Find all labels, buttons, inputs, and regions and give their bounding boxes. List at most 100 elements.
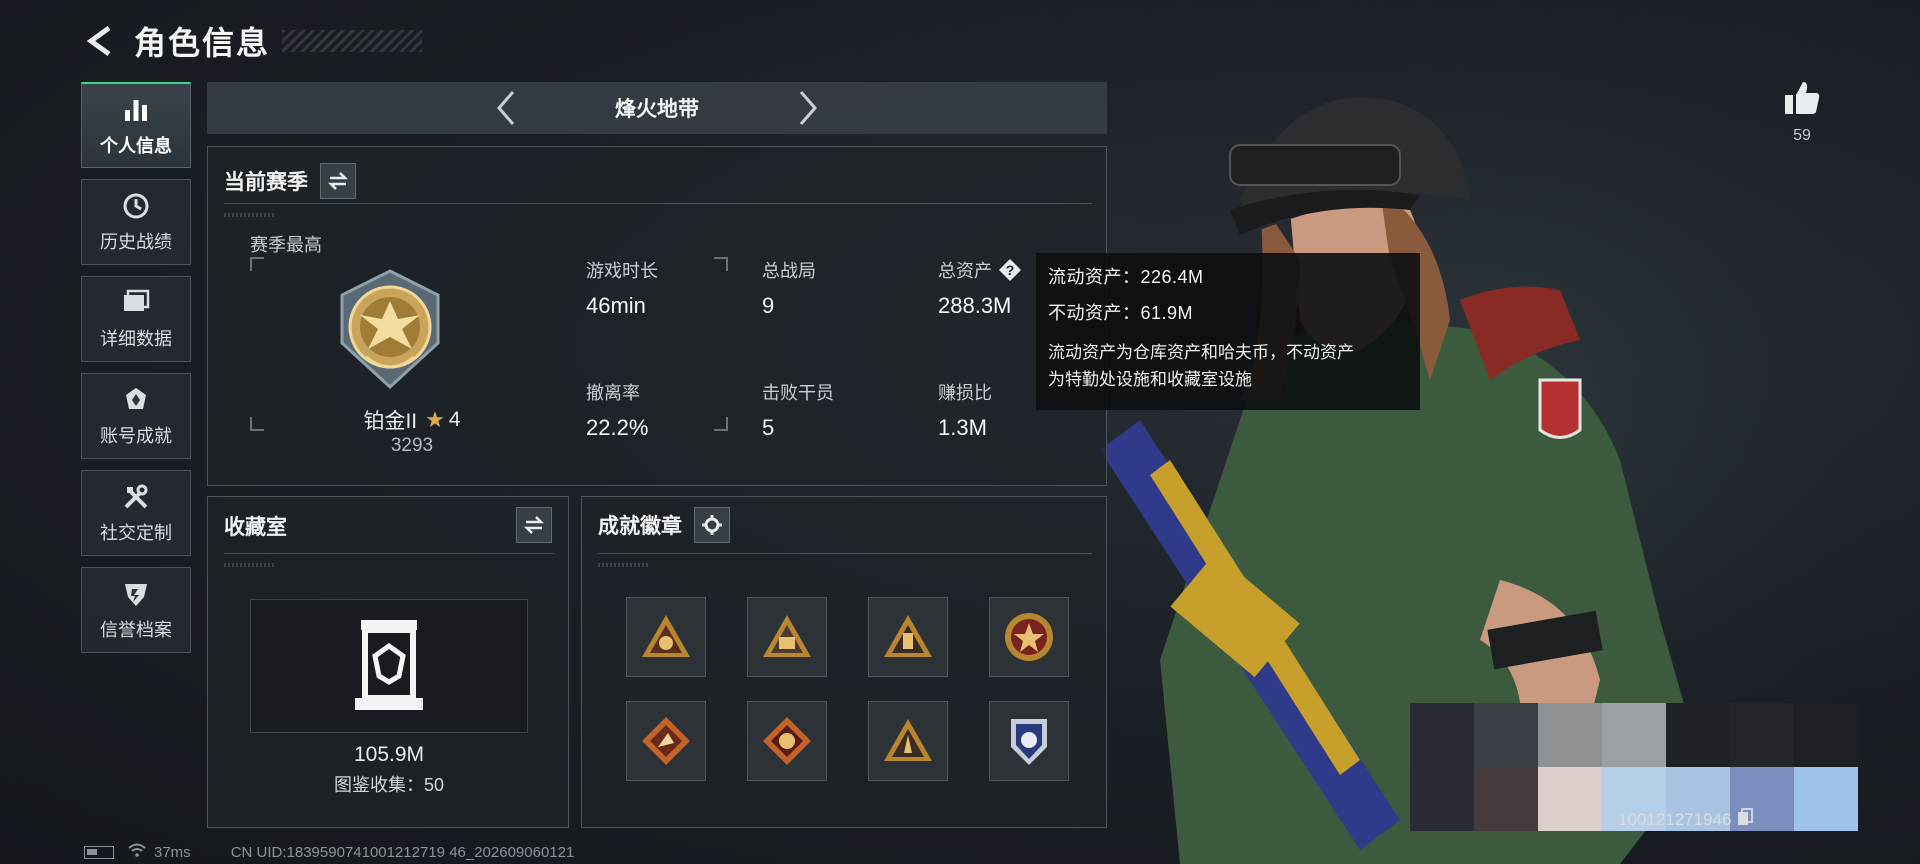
badge-item[interactable] xyxy=(747,597,827,677)
stat-label: 总战局 xyxy=(762,261,816,281)
swap-icon xyxy=(523,516,545,534)
stat-play-time: 游戏时长 46min xyxy=(586,257,658,319)
sidebar-item-history[interactable]: 历史战绩 xyxy=(81,179,191,265)
swap-icon xyxy=(327,172,349,190)
sidebar-item-label: 账号成就 xyxy=(100,426,172,446)
badge-item[interactable] xyxy=(868,597,948,677)
stat-extraction-rate: 撤离率 22.2% xyxy=(586,379,648,441)
stat-total-matches: 总战局 9 xyxy=(762,257,816,319)
folder-icon xyxy=(120,287,152,319)
wifi-icon xyxy=(128,843,146,861)
title-bar: 角色信息 xyxy=(80,18,423,64)
rank-points: 3293 xyxy=(390,435,434,456)
badge-8-icon xyxy=(1011,719,1047,765)
mode-prev-button[interactable] xyxy=(485,88,525,128)
stat-label: 撤离率 xyxy=(586,383,640,403)
collection-count: 图鉴收集：50 xyxy=(333,775,445,795)
sidebar-item-label: 社交定制 xyxy=(100,523,172,543)
stat-label: 游戏时长 xyxy=(586,261,658,281)
star-icon: ★ xyxy=(425,407,445,432)
chevron-right-icon xyxy=(799,91,817,125)
tooltip-liquid-assets: 流动资产：226.4M xyxy=(1048,267,1204,287)
stat-value: 5 xyxy=(762,415,775,440)
help-icon[interactable]: ? xyxy=(998,258,1022,282)
badge-5-icon xyxy=(642,717,690,765)
stat-value: 22.2% xyxy=(586,415,649,440)
stat-kills: 击败干员 5 xyxy=(762,379,834,441)
back-arrow-icon xyxy=(86,25,111,57)
battery-icon xyxy=(84,845,114,859)
collection-title: 收藏室 xyxy=(224,516,287,539)
uid-short: 100121271946 xyxy=(1618,809,1732,829)
like-section: 59 xyxy=(1778,80,1826,145)
stat-total-assets: 总资产 ? 288.3M xyxy=(938,257,1022,319)
back-button[interactable] xyxy=(80,21,120,61)
badge-2-icon xyxy=(763,615,811,657)
uid-text: CN UID:1839590741001212719 46_2026090601… xyxy=(230,843,575,861)
stat-label: 总资产 xyxy=(938,261,992,281)
sidebar-item-label: 历史战绩 xyxy=(100,232,172,252)
assets-tooltip: 流动资产：226.4M 不动资产：61.9M 流动资产为仓库资产和哈夫币，不动资… xyxy=(1036,253,1420,410)
badge-1-icon xyxy=(642,615,690,657)
svg-text:?: ? xyxy=(1006,262,1015,278)
page-title: 角色信息 xyxy=(134,25,271,61)
badge-item[interactable] xyxy=(989,597,1069,677)
thumbs-up-icon[interactable] xyxy=(1778,80,1826,121)
sidebar-item-personal-info[interactable]: 个人信息 xyxy=(81,82,191,168)
copy-icon xyxy=(1737,808,1754,831)
badge-item[interactable] xyxy=(868,701,948,781)
rank-name: 铂金II xyxy=(363,410,418,433)
gear-icon xyxy=(702,515,722,535)
stat-value: 1.3M xyxy=(938,415,987,440)
badge-6-icon xyxy=(763,717,811,765)
collection-value: 105.9M xyxy=(353,743,425,766)
rank-name-row: 铂金II ★ 4 xyxy=(332,405,492,435)
uid-copy-area[interactable]: 100121271946 xyxy=(1618,808,1754,831)
sidebar-item-label: 信誉档案 xyxy=(100,620,172,640)
tooltip-desc-line2: 为特勤处设施和收藏室设施 xyxy=(1048,370,1252,389)
sidebar-item-label: 个人信息 xyxy=(100,135,172,156)
sidebar-item-social[interactable]: 社交定制 xyxy=(81,470,191,556)
stat-value: 288.3M xyxy=(938,293,1012,318)
collection-swap-button[interactable] xyxy=(516,507,552,543)
bar-chart-icon xyxy=(120,94,152,126)
badge-4-icon xyxy=(1005,613,1053,661)
badge-item[interactable] xyxy=(989,701,1069,781)
badges-title: 成就徽章 xyxy=(598,515,682,538)
stat-label: 击败干员 xyxy=(762,383,834,403)
chevron-left-icon xyxy=(497,91,515,125)
tooltip-fixed-assets: 不动资产：61.9M xyxy=(1048,303,1194,323)
history-clock-icon xyxy=(120,190,152,222)
badge-7-icon xyxy=(884,719,932,761)
like-count: 59 xyxy=(1793,127,1811,144)
sidebar-item-reputation[interactable]: 信誉档案 xyxy=(81,567,191,653)
sidebar-item-detailed-data[interactable]: 详细数据 xyxy=(81,276,191,362)
season-best-label: 赛季最高 xyxy=(250,235,322,255)
tools-icon xyxy=(120,481,152,513)
season-panel-title: 当前赛季 xyxy=(224,171,308,194)
badge-item[interactable] xyxy=(626,701,706,781)
achievement-icon xyxy=(120,384,152,416)
stat-value: 9 xyxy=(762,293,775,318)
badge-grid xyxy=(626,597,1069,781)
season-swap-button[interactable] xyxy=(320,163,356,199)
rank-stars: 4 xyxy=(448,408,461,431)
badge-item[interactable] xyxy=(626,597,706,677)
stat-label: 赚损比 xyxy=(938,383,992,403)
badge-3-icon xyxy=(884,615,932,657)
sidebar-item-achievements[interactable]: 账号成就 xyxy=(81,373,191,459)
mode-title: 烽火地带 xyxy=(615,98,699,121)
mode-next-button[interactable] xyxy=(789,88,829,128)
collection-panel: 收藏室 105.9M 图鉴收集：50 xyxy=(207,496,569,828)
stat-profit-ratio: 赚损比 1.3M xyxy=(938,379,992,441)
badge-item[interactable] xyxy=(747,701,827,781)
sidebar: 个人信息 历史战绩 详细数据 账号成就 社交定制 信誉档案 xyxy=(81,82,191,664)
ping-value: 37ms xyxy=(154,843,191,861)
title-decoration xyxy=(282,30,423,52)
status-bar: 37ms CN UID:1839590741001212719 46_20260… xyxy=(84,843,574,861)
sidebar-item-label: 详细数据 xyxy=(100,329,172,349)
rank-emblem-icon xyxy=(326,265,454,398)
tooltip-desc-line1: 流动资产为仓库资产和哈夫币，不动资产 xyxy=(1048,343,1354,362)
badges-settings-button[interactable] xyxy=(694,507,730,543)
collection-preview[interactable] xyxy=(250,599,528,733)
